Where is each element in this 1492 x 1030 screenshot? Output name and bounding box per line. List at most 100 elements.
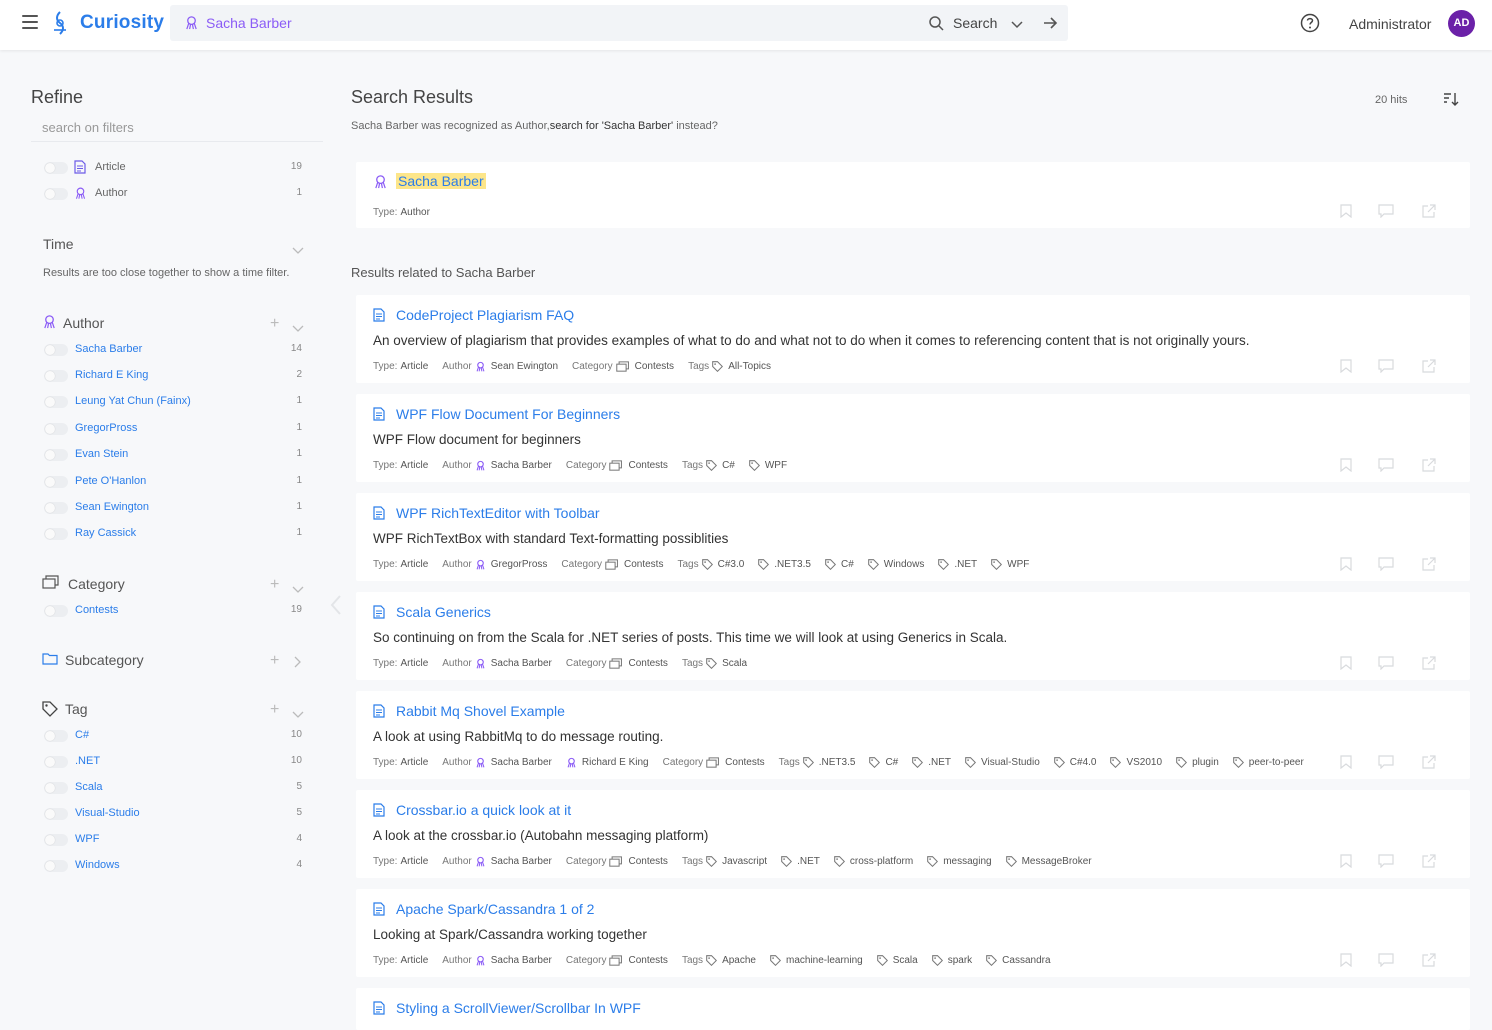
help-icon[interactable] (1300, 13, 1320, 38)
comment-icon[interactable] (1378, 359, 1394, 378)
tag-filter-item[interactable]: Scala 5 (44, 780, 304, 796)
meta-tag-link[interactable]: cross-platform (850, 856, 913, 867)
category-section-title[interactable]: Category (68, 576, 125, 592)
tag-filter-item[interactable]: C# 10 (44, 728, 304, 744)
toggle[interactable] (44, 449, 68, 461)
meta-author-link[interactable]: Sean Ewington (491, 361, 558, 372)
meta-tag-link[interactable]: C#3.0 (718, 559, 745, 570)
meta-category-link[interactable]: Contests (725, 757, 764, 768)
meta-author-link[interactable]: Sacha Barber (491, 955, 552, 966)
meta-author-link[interactable]: Sacha Barber (491, 856, 552, 867)
toggle[interactable] (44, 528, 68, 540)
comment-icon[interactable] (1378, 953, 1394, 972)
filter-label[interactable]: WPF (75, 833, 99, 845)
meta-author-link[interactable]: Sacha Barber (491, 757, 552, 768)
bookmark-icon[interactable] (1340, 656, 1352, 675)
menu-icon[interactable] (22, 15, 38, 29)
tag-section-title[interactable]: Tag (65, 701, 88, 717)
chevron-down-icon[interactable] (292, 242, 304, 260)
result-card[interactable]: Rabbit Mq Shovel Example A look at using … (356, 691, 1470, 779)
time-section-title[interactable]: Time (43, 236, 74, 252)
bookmark-icon[interactable] (1340, 359, 1352, 378)
chevron-down-icon[interactable] (292, 581, 304, 599)
result-card[interactable]: Scala Generics So continuing on from the … (356, 592, 1470, 680)
subcategory-section-title[interactable]: Subcategory (65, 652, 144, 668)
meta-tag-link[interactable]: machine-learning (786, 955, 863, 966)
app-name[interactable]: Curiosity (80, 12, 164, 34)
filter-label[interactable]: .NET (75, 755, 100, 767)
open-external-icon[interactable] (1422, 458, 1436, 477)
result-card[interactable]: Styling a ScrollViewer/Scrollbar In WPFT… (356, 988, 1470, 1030)
filter-label[interactable]: Evan Stein (75, 448, 128, 460)
meta-tag-link[interactable]: .NET (954, 559, 977, 570)
arrow-right-icon[interactable] (1042, 15, 1058, 36)
meta-tag-link[interactable]: C# (841, 559, 854, 570)
bookmark-icon[interactable] (1340, 755, 1352, 774)
open-external-icon[interactable] (1422, 755, 1436, 774)
bookmark-icon[interactable] (1340, 953, 1352, 972)
result-card[interactable]: WPF Flow Document For Beginners WPF Flow … (356, 394, 1470, 482)
bookmark-icon[interactable] (1340, 458, 1352, 477)
collapse-panel-icon[interactable] (330, 595, 342, 620)
toggle[interactable] (44, 730, 68, 742)
filter-label[interactable]: Sacha Barber (75, 343, 142, 355)
meta-tag-link[interactable]: C# (885, 757, 898, 768)
category-filter-item[interactable]: Contests 19 (44, 603, 304, 619)
author-filter-item[interactable]: Sacha Barber 14 (44, 342, 304, 358)
filter-label[interactable]: Visual-Studio (75, 807, 140, 819)
add-filter-button[interactable]: + (270, 652, 279, 670)
tag-filter-item[interactable]: WPF 4 (44, 832, 304, 848)
sort-icon[interactable] (1443, 91, 1459, 112)
result-title[interactable]: Styling a ScrollViewer/Scrollbar In WPF (396, 1000, 641, 1016)
comment-icon[interactable] (1378, 557, 1394, 576)
chevron-right-icon[interactable] (294, 655, 302, 673)
search-query-token[interactable]: Sacha Barber (206, 15, 292, 31)
meta-category-link[interactable]: Contests (628, 856, 667, 867)
meta-author-link[interactable]: GregorPross (491, 559, 548, 570)
result-card-author[interactable]: Sacha Barber Type: Author (356, 162, 1470, 228)
search-icon[interactable] (928, 15, 944, 36)
meta-tag-link[interactable]: .NET (928, 757, 951, 768)
result-title[interactable]: CodeProject Plagiarism FAQ (396, 307, 574, 323)
open-external-icon[interactable] (1422, 953, 1436, 972)
filter-search-input[interactable]: search on filters (31, 116, 323, 142)
comment-icon[interactable] (1378, 854, 1394, 873)
result-title[interactable]: WPF RichTextEditor with Toolbar (396, 505, 600, 521)
meta-category-link[interactable]: Contests (628, 658, 667, 669)
author-filter-item[interactable]: Pete O'Hanlon 1 (44, 474, 304, 490)
meta-category-link[interactable]: Contests (635, 361, 674, 372)
author-section-title[interactable]: Author (63, 315, 104, 331)
bookmark-icon[interactable] (1340, 204, 1352, 223)
meta-tag-link[interactable]: plugin (1192, 757, 1219, 768)
meta-author-link[interactable]: Sacha Barber (491, 658, 552, 669)
meta-tag-link[interactable]: messaging (943, 856, 991, 867)
toggle[interactable] (44, 860, 68, 872)
search-bar[interactable]: Sacha Barber Search (170, 5, 1068, 41)
result-title[interactable]: WPF Flow Document For Beginners (396, 406, 620, 422)
chevron-down-icon[interactable] (292, 706, 304, 724)
meta-tag-link[interactable]: C#4.0 (1070, 757, 1097, 768)
comment-icon[interactable] (1378, 458, 1394, 477)
meta-category-link[interactable]: Contests (628, 460, 667, 471)
author-filter-item[interactable]: Evan Stein 1 (44, 447, 304, 463)
open-external-icon[interactable] (1422, 854, 1436, 873)
filter-label[interactable]: GregorPross (75, 422, 137, 434)
meta-tag-link[interactable]: C# (722, 460, 735, 471)
meta-tag-link[interactable]: Visual-Studio (981, 757, 1040, 768)
open-external-icon[interactable] (1422, 359, 1436, 378)
toggle[interactable] (44, 605, 68, 617)
meta-tag-link[interactable]: Scala (893, 955, 918, 966)
open-external-icon[interactable] (1422, 557, 1436, 576)
meta-author-link[interactable]: Sacha Barber (491, 460, 552, 471)
toggle[interactable] (44, 834, 68, 846)
add-filter-button[interactable]: + (270, 701, 279, 719)
toggle[interactable] (44, 756, 68, 768)
meta-tag-link[interactable]: spark (948, 955, 972, 966)
result-title[interactable]: Apache Spark/Cassandra 1 of 2 (396, 901, 594, 917)
meta-tag-link[interactable]: Scala (722, 658, 747, 669)
meta-author-link[interactable]: Richard E King (582, 757, 649, 768)
meta-tag-link[interactable]: Windows (884, 559, 925, 570)
author-filter-item[interactable]: Richard E King 2 (44, 368, 304, 384)
bookmark-icon[interactable] (1340, 854, 1352, 873)
toggle[interactable] (44, 808, 68, 820)
